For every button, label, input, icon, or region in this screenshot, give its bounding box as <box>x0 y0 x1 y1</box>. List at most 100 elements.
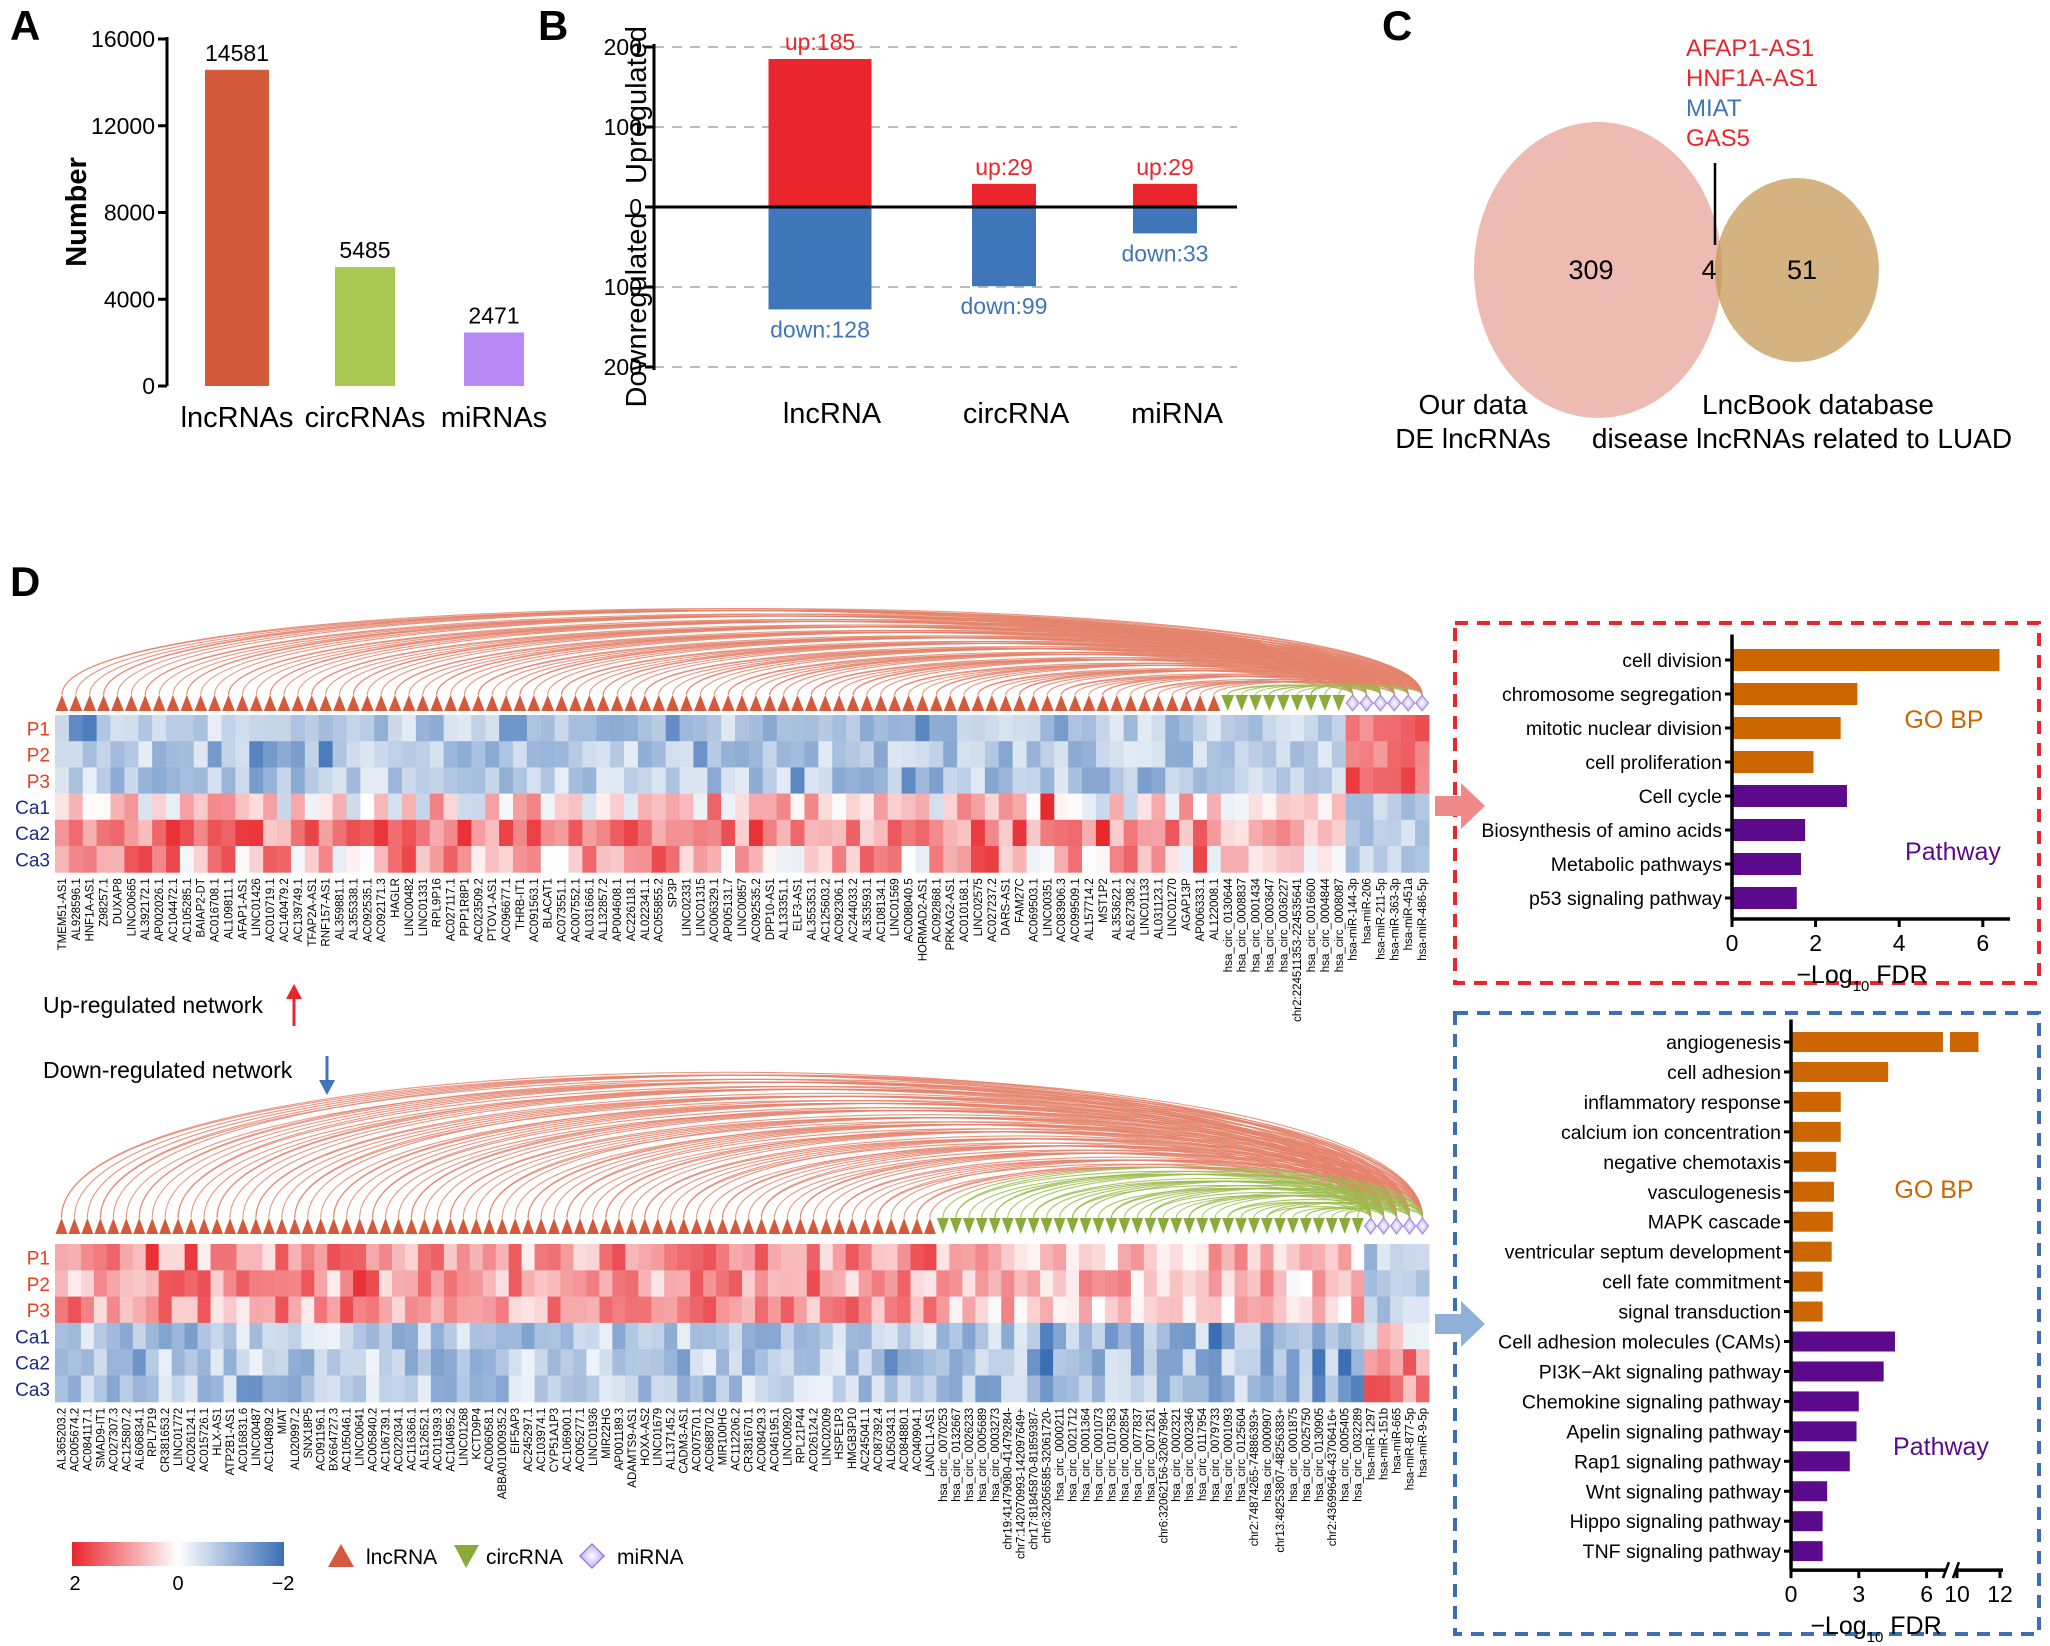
heatmap-cell <box>1165 741 1180 768</box>
heatmap-cell <box>610 715 625 742</box>
x-category-label: circRNAs <box>305 402 426 434</box>
heatmap-cell <box>67 1270 82 1298</box>
lncRNA-node-icon <box>275 1218 288 1234</box>
heatmap-cell <box>1276 793 1291 821</box>
heatmap-cell <box>988 1349 1002 1376</box>
heatmap-cell <box>158 1270 173 1298</box>
heatmap-cell <box>915 767 930 795</box>
term-label: calcium ion concentration <box>1561 1122 1781 1144</box>
lncRNA-column-label: AC104695.2 <box>445 1408 457 1472</box>
term-label: Wnt signaling pathway <box>1586 1481 1781 1503</box>
heatmap-cell <box>901 819 916 847</box>
heatmap-cell <box>366 1375 380 1403</box>
heatmap-cell <box>207 793 223 821</box>
heatmap-cell <box>263 715 278 742</box>
heatmap-cell <box>1104 1270 1119 1298</box>
heatmap-cell <box>1331 715 1347 742</box>
heatmap-cell <box>1403 1244 1417 1271</box>
heatmap-cell <box>68 793 84 821</box>
heatmap-cell <box>304 767 320 795</box>
term-label: angiogenesis <box>1666 1032 1781 1054</box>
heatmap-cell <box>638 1296 652 1324</box>
lncRNA-node-icon <box>885 1218 898 1234</box>
heatmap-cell <box>495 1375 510 1403</box>
heatmap-cell <box>443 741 458 768</box>
lncRNA-column-label: AC245041.1 <box>860 1408 872 1472</box>
heatmap-cell <box>1415 846 1430 873</box>
lncRNA-node-icon <box>1165 695 1179 711</box>
heatmap-cell <box>327 1244 341 1271</box>
heatmap-cell <box>1195 1322 1210 1350</box>
heatmap-cell <box>818 715 833 742</box>
heatmap-cell <box>1260 1322 1274 1350</box>
heatmap-cell <box>236 1349 250 1376</box>
lncRNA-column-label: AC099509.1 <box>1070 878 1082 942</box>
lncRNA-node-icon <box>314 1218 327 1234</box>
heatmap-cell <box>304 846 320 873</box>
lncRNA-node-icon <box>923 1218 936 1234</box>
heatmap-cell <box>1208 1270 1223 1298</box>
heatmap-cell <box>1195 1349 1210 1376</box>
heatmap-cell <box>374 819 389 847</box>
lncRNA-node-icon <box>180 695 194 711</box>
heatmap-cell <box>1234 715 1250 742</box>
heatmap-cell <box>96 767 112 795</box>
heatmap-cell <box>1130 1296 1145 1324</box>
heatmap-cell <box>1312 1244 1326 1271</box>
heatmap-cell <box>884 1322 899 1350</box>
heatmap-cell <box>430 1375 445 1403</box>
bar-down-lncRNA <box>768 207 872 310</box>
heatmap-cell <box>132 1349 147 1376</box>
row-label-P1: P1 <box>27 719 50 740</box>
heatmap-cell <box>846 741 861 768</box>
heatmap-cell <box>806 1244 821 1271</box>
heatmap-cell <box>859 741 875 768</box>
lncRNA-node-icon <box>111 695 124 711</box>
heatmap-cell <box>665 767 681 795</box>
heatmap-cell <box>871 1270 886 1298</box>
heatmap-cell <box>949 1349 963 1376</box>
lncRNA-column-label: RNF157-AS1 <box>321 878 333 946</box>
heatmap-cell <box>1109 741 1125 768</box>
bar-lncRNAs <box>205 69 269 386</box>
heatmap-cell <box>819 1349 834 1376</box>
heatmap-cell <box>1221 1270 1236 1298</box>
lncRNA-node-icon <box>470 1218 483 1234</box>
heatmap-cell <box>1068 715 1083 742</box>
heatmap-cell <box>55 1270 69 1298</box>
lncRNA-node-icon <box>846 1218 859 1234</box>
heatmap-cell <box>360 715 375 742</box>
miRNA-node-icon <box>1359 694 1374 712</box>
heatmap-cell <box>327 1349 341 1376</box>
heatmap-cell <box>1416 1270 1430 1298</box>
lncRNA-column-label: Z98257.1 <box>99 878 111 927</box>
heatmap-cell <box>1345 741 1361 768</box>
heatmap-cell <box>443 819 458 847</box>
heatmap-cell <box>568 741 583 768</box>
heatmap-cell <box>457 793 472 821</box>
interaction-arcs <box>60 1071 1424 1219</box>
lncRNA-column-label: LINC01569 <box>890 878 902 936</box>
lncRNA-column-label: RPL9P16 <box>432 878 444 927</box>
heatmap-cell <box>55 846 70 873</box>
heatmap-cell <box>68 846 84 873</box>
heatmap-cell <box>1095 715 1111 742</box>
miRNA-node-icon <box>1390 1217 1404 1235</box>
heatmap-cell <box>638 1349 652 1376</box>
heatmap-cell <box>469 1244 484 1271</box>
circRNA-column-label: hsa_circ_0077837 <box>1132 1408 1144 1502</box>
heatmap-cell <box>318 819 334 847</box>
heatmap-cell <box>1066 1349 1080 1376</box>
term-label: cell proliferation <box>1585 752 1722 774</box>
heatmap-cell <box>1299 1296 1313 1324</box>
heatmap-cell <box>132 1244 147 1271</box>
x-tick-label: 6 <box>1976 930 1989 956</box>
lncRNA-column-label: AC055855.2 <box>654 878 666 942</box>
heatmap-cell <box>1208 1244 1223 1271</box>
heatmap-cell <box>1053 1296 1067 1324</box>
heatmap-cell <box>360 741 375 768</box>
heatmap-cell <box>1027 1349 1041 1376</box>
lncRNA-node-icon <box>327 1218 340 1234</box>
heatmap-cell <box>1195 1270 1210 1298</box>
heatmap-cell <box>499 819 514 847</box>
